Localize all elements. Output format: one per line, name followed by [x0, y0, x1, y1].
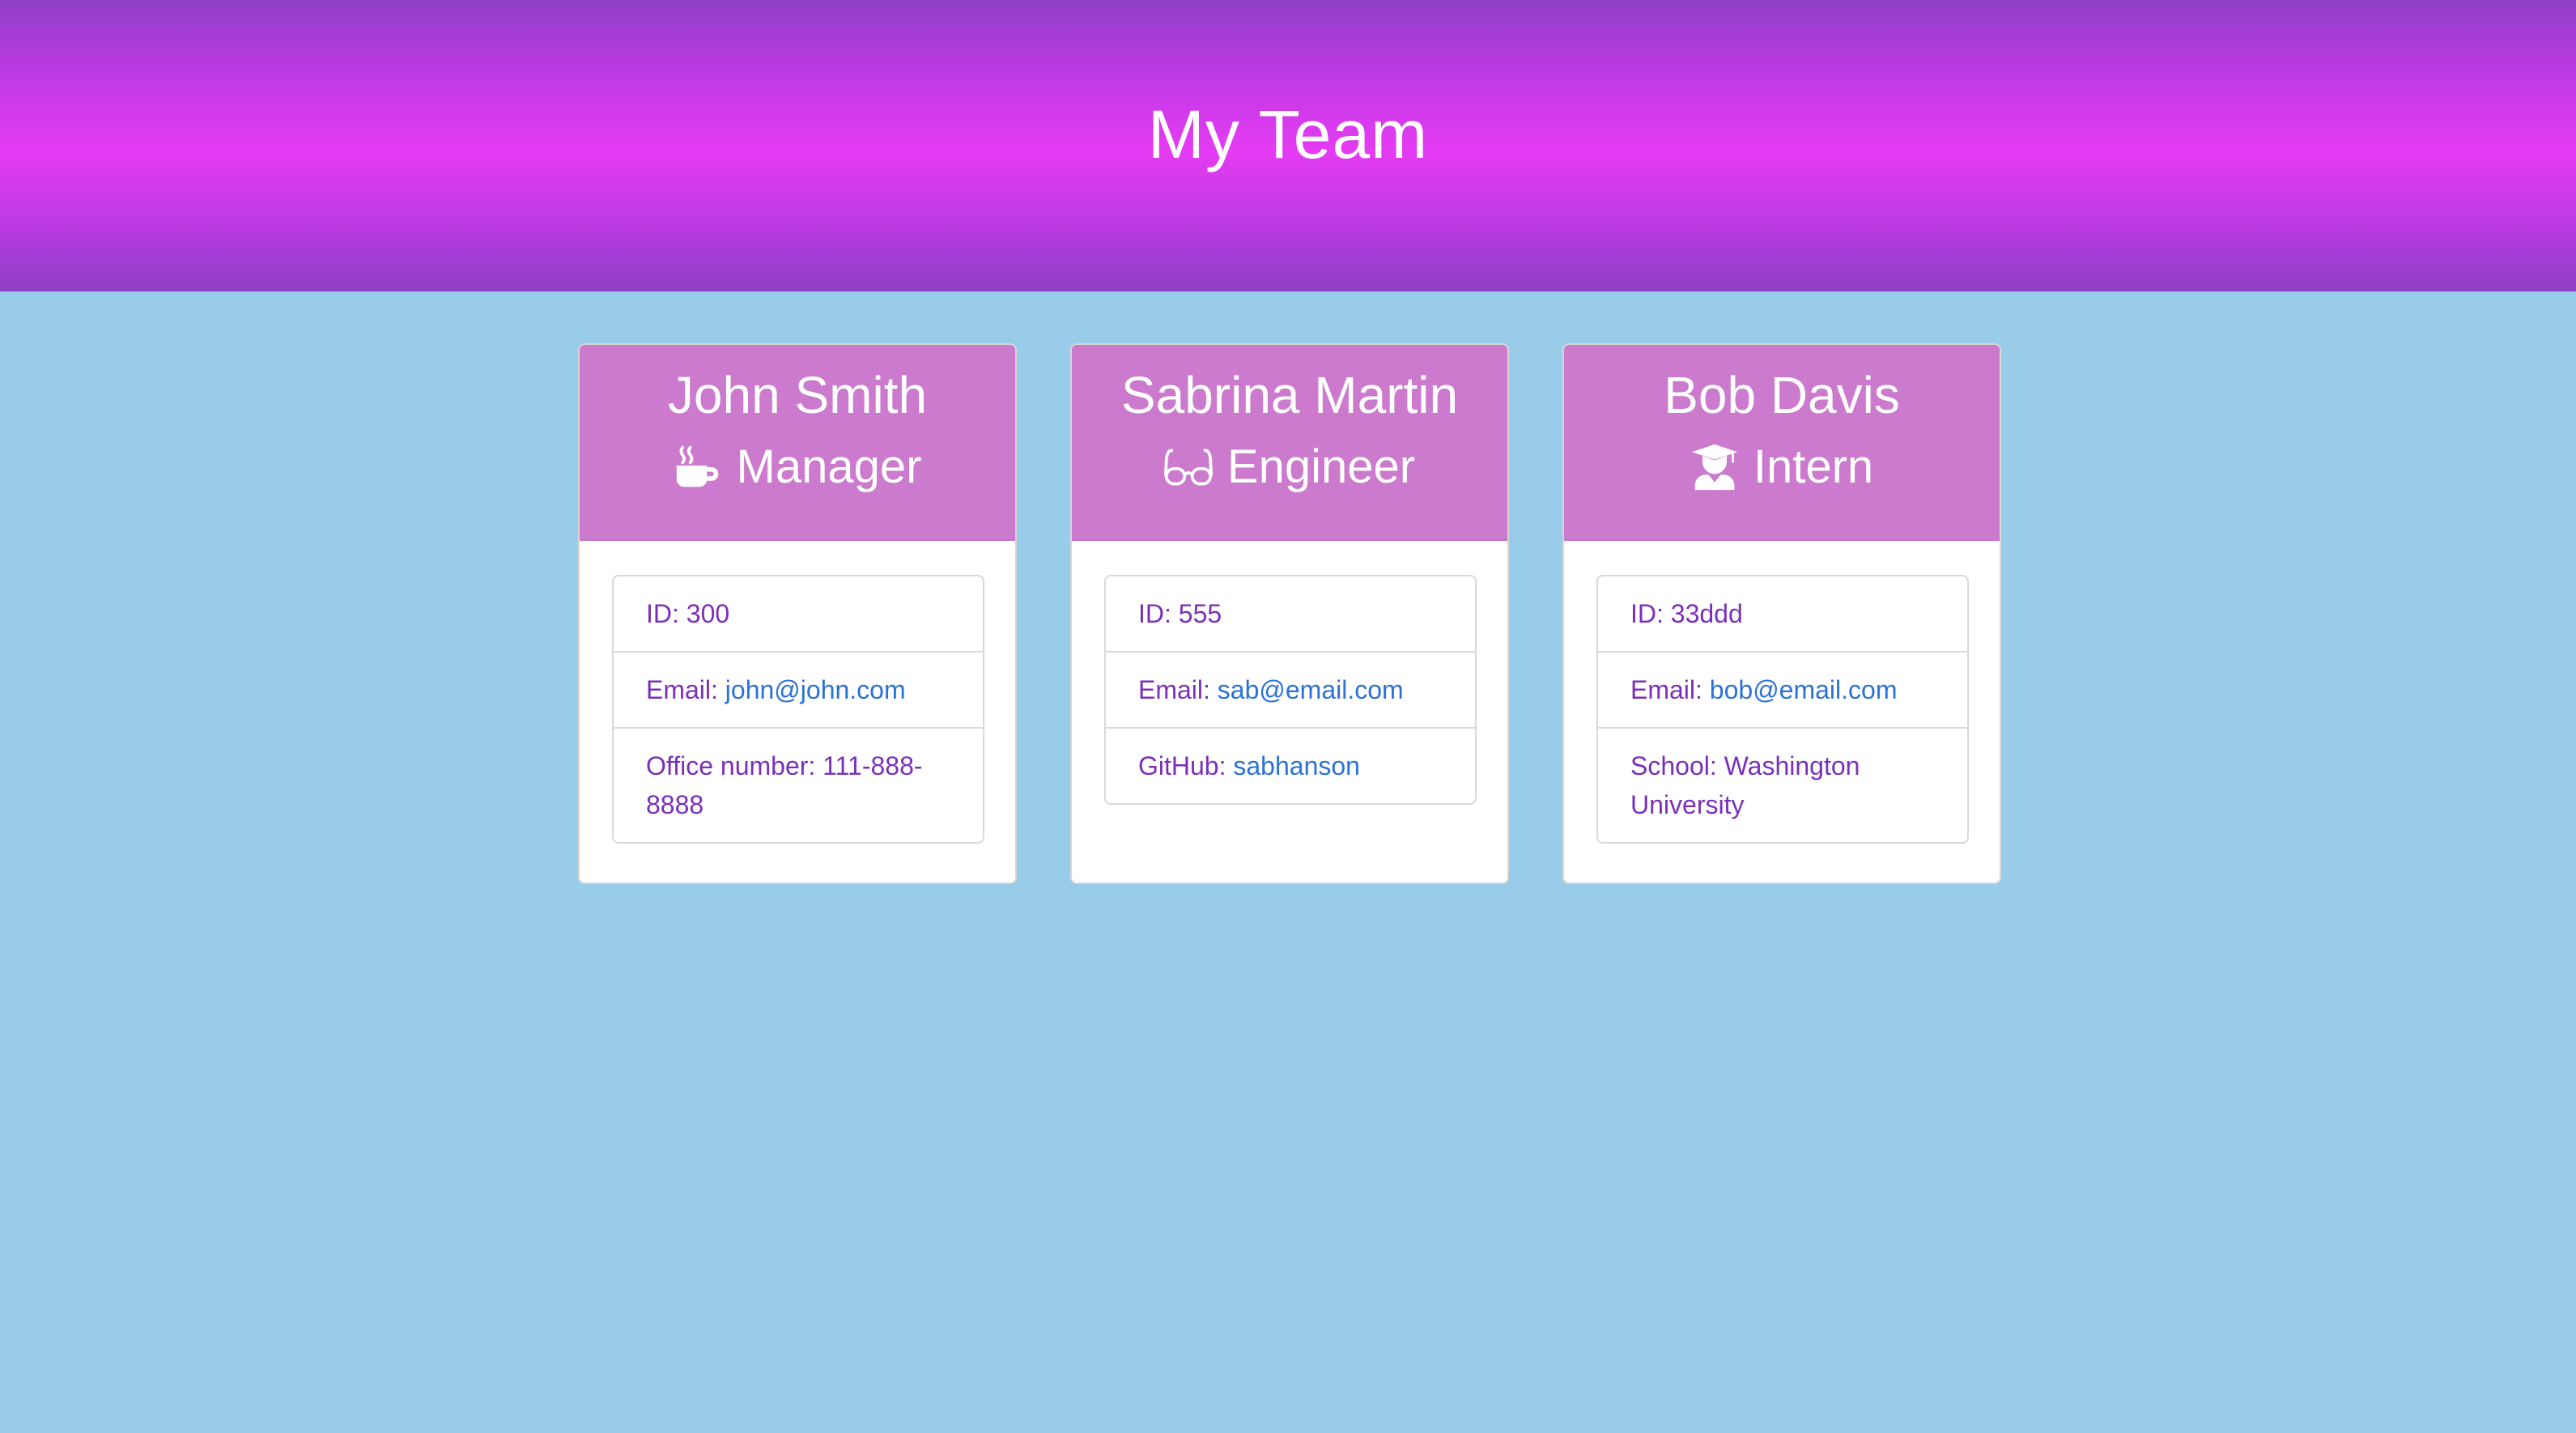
list-item-id: ID: 555	[1106, 576, 1475, 651]
card-header: John Smith Manager	[580, 345, 1015, 541]
id-value: 300	[686, 599, 730, 628]
employee-name: Sabrina Martin	[1120, 366, 1459, 424]
details-list: ID: 555 Email: sab@email.com GitHub: sab…	[1104, 575, 1477, 805]
employee-role: Intern	[1564, 439, 2000, 495]
github-label: GitHub:	[1138, 751, 1226, 780]
list-item-office: Office number: 111-888-8888	[614, 727, 983, 842]
id-value: 33ddd	[1670, 599, 1743, 628]
card-header: Sabrina Martin Engineer	[1072, 345, 1507, 541]
email-link[interactable]: john@john.com	[725, 675, 906, 704]
id-label: ID:	[1138, 599, 1171, 628]
github-link[interactable]: sabhanson	[1233, 751, 1360, 780]
team-cards: John Smith Manager ID: 300 Email: john@j…	[0, 343, 2576, 887]
id-value: 555	[1178, 599, 1222, 628]
email-link[interactable]: bob@email.com	[1710, 675, 1898, 704]
list-item-school: School: Washington University	[1598, 727, 1967, 842]
graduate-icon	[1690, 443, 1739, 491]
employee-role: Manager	[580, 439, 1015, 495]
employee-card-engineer: Sabrina Martin Engineer ID: 555 Email: s…	[1070, 343, 1509, 884]
list-item-github: GitHub: sabhanson	[1106, 727, 1475, 803]
card-header: Bob Davis Intern	[1564, 345, 2000, 541]
list-item-email: Email: john@john.com	[614, 651, 983, 727]
id-label: ID:	[1630, 599, 1664, 628]
list-item-email: Email: bob@email.com	[1598, 651, 1967, 727]
page-header: My Team	[0, 0, 2576, 291]
role-label: Engineer	[1226, 440, 1416, 493]
school-label: School:	[1630, 751, 1717, 780]
email-label: Email:	[1138, 675, 1210, 704]
employee-name: John Smith	[667, 366, 928, 424]
email-link[interactable]: sab@email.com	[1218, 675, 1404, 704]
details-list: ID: 300 Email: john@john.com Office numb…	[612, 575, 984, 844]
email-label: Email:	[1630, 675, 1702, 704]
coffee-mug-icon	[674, 443, 722, 491]
employee-name: Bob Davis	[1664, 366, 1900, 424]
list-item-id: ID: 33ddd	[1598, 576, 1967, 651]
employee-card-manager: John Smith Manager ID: 300 Email: john@j…	[578, 343, 1017, 884]
employee-card-intern: Bob Davis Intern ID: 33ddd Email: bob@em…	[1562, 343, 2001, 884]
email-label: Email:	[646, 675, 718, 704]
list-item-email: Email: sab@email.com	[1106, 651, 1475, 727]
role-label: Manager	[736, 440, 922, 493]
list-item-id: ID: 300	[614, 576, 983, 651]
role-label: Intern	[1753, 440, 1874, 493]
page-title: My Team	[1147, 96, 1429, 172]
glasses-icon	[1163, 443, 1213, 491]
id-label: ID:	[646, 599, 679, 628]
employee-role: Engineer	[1072, 439, 1507, 495]
office-label: Office number:	[646, 751, 816, 780]
details-list: ID: 33ddd Email: bob@email.com School: W…	[1596, 575, 1969, 844]
